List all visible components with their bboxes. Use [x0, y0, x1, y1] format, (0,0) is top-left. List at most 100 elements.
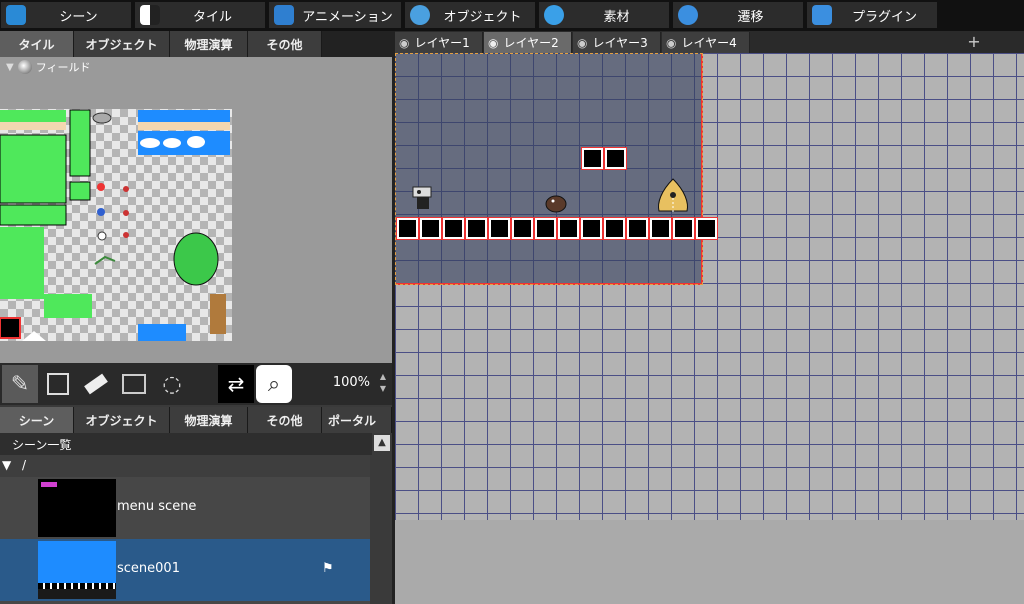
scene-row-menu[interactable]: menu scene — [0, 477, 370, 539]
layer-label: レイヤー2 — [503, 36, 559, 50]
scene-icon — [6, 5, 26, 25]
layer-eye-icon: ⇄ — [227, 372, 245, 396]
ground-block[interactable] — [626, 217, 649, 240]
ground-block[interactable] — [695, 217, 718, 240]
scene-thumbnail — [38, 479, 116, 537]
tileset-ball-icon — [17, 60, 32, 74]
tile-tools: ✎ ◌ ⇄ ⌕ 100% ▲ ▼ — [0, 363, 392, 405]
enemy-mole-sprite — [545, 195, 567, 213]
animation-icon — [274, 5, 294, 25]
scene-name: scene001 — [117, 561, 180, 576]
tab-other-list[interactable]: その他 — [248, 407, 322, 433]
tab-scene-list[interactable]: シーン — [0, 407, 74, 433]
transition-icon — [678, 5, 698, 25]
left-panel: タイル オブジェクト 物理演算 その他 ▼ フィールド ✎ ◌ ⇄ ⌕ 100%… — [0, 31, 392, 604]
scene-row-scene001[interactable]: scene001 ⚑ — [0, 539, 370, 601]
add-layer-button[interactable]: + — [964, 32, 984, 52]
folder-collapse-icon[interactable]: ▼ — [2, 458, 11, 472]
ground-block[interactable] — [442, 217, 465, 240]
tab-physics-palette[interactable]: 物理演算 — [170, 31, 248, 57]
enemy-slime[interactable] — [655, 177, 691, 217]
tileset-group-label: フィールド — [35, 61, 91, 74]
tab-tile[interactable]: タイル — [134, 1, 266, 29]
tab-physics-list[interactable]: 物理演算 — [170, 407, 248, 433]
pen-tool-button[interactable]: ✎ — [2, 365, 38, 403]
tab-other-palette[interactable]: その他 — [248, 31, 322, 57]
tab-scene[interactable]: シーン — [0, 1, 132, 29]
enemy-mole[interactable] — [545, 193, 567, 213]
ground-block[interactable] — [580, 217, 603, 240]
eye-icon[interactable]: ◉ — [488, 36, 498, 50]
zoom-stepper[interactable]: ▲ ▼ — [380, 371, 386, 395]
floating-block[interactable] — [581, 147, 604, 170]
tab-plugin[interactable]: プラグイン — [806, 1, 938, 29]
rect-select-icon — [122, 374, 146, 394]
ground-block[interactable] — [419, 217, 442, 240]
layer-label: レイヤー4 — [681, 36, 737, 50]
plugin-icon — [812, 5, 832, 25]
canvas-scroll-area[interactable] — [395, 520, 1024, 604]
collapse-triangle-icon[interactable]: ▼ — [6, 62, 14, 73]
tab-object[interactable]: オブジェクト — [404, 1, 536, 29]
pen-icon: ✎ — [10, 371, 30, 397]
scroll-up-arrow-icon[interactable]: ▲ — [374, 435, 390, 451]
ground-block[interactable] — [465, 217, 488, 240]
thumbnail-bottom — [38, 589, 116, 599]
scene-list-title: シーン一覧 — [12, 438, 72, 452]
zoom-tool-button[interactable]: ⌕ — [256, 365, 292, 403]
eye-icon[interactable]: ◉ — [666, 36, 676, 50]
thumbnail-title-mark — [41, 482, 57, 487]
scene-folder-row[interactable]: ▼ / — [0, 455, 370, 477]
ground-block[interactable] — [603, 217, 626, 240]
ground-block[interactable] — [534, 217, 557, 240]
folder-path: / — [22, 458, 27, 472]
tile-panel-tabs: タイル オブジェクト 物理演算 その他 — [0, 31, 392, 57]
ground-block[interactable] — [511, 217, 534, 240]
floating-block[interactable] — [604, 147, 627, 170]
rect-select-tool-button[interactable] — [116, 365, 152, 403]
player-character[interactable] — [409, 185, 435, 213]
layer-tab-4[interactable]: ◉ レイヤー4 — [662, 32, 750, 53]
eye-icon[interactable]: ◉ — [577, 36, 587, 50]
tab-portal-list[interactable]: ポータル — [322, 407, 392, 433]
zoom-level: 100% — [332, 375, 370, 390]
tab-object-list[interactable]: オブジェクト — [74, 407, 170, 433]
scene-thumbnail — [38, 541, 116, 599]
tab-object-palette[interactable]: オブジェクト — [74, 31, 170, 57]
fill-tool-button[interactable] — [40, 365, 76, 403]
ground-block[interactable] — [488, 217, 511, 240]
hand-icon: ◌ — [162, 371, 182, 397]
eye-icon[interactable]: ◉ — [399, 36, 409, 50]
scene-editor: ◉ レイヤー1 ◉ レイヤー2 ◉ レイヤー3 ◉ レイヤー4 + — [395, 31, 1024, 604]
tab-tile-palette[interactable]: タイル — [0, 31, 74, 57]
layer-tabs: ◉ レイヤー1 ◉ レイヤー2 ◉ レイヤー3 ◉ レイヤー4 + — [395, 31, 1024, 53]
ground-block[interactable] — [649, 217, 672, 240]
tab-material[interactable]: 素材 — [538, 1, 670, 29]
scene-list-header: シーン一覧 — [0, 433, 392, 455]
layer-visibility-toggle[interactable]: ⇄ — [218, 365, 254, 403]
object-icon — [410, 5, 430, 25]
layer-tab-2[interactable]: ◉ レイヤー2 — [484, 32, 572, 53]
layer-label: レイヤー1 — [414, 36, 470, 50]
scene-panel-tabs: シーン オブジェクト 物理演算 その他 ポータル — [0, 407, 392, 433]
ground-block[interactable] — [672, 217, 695, 240]
enemy-slime-sprite — [658, 178, 688, 213]
tab-transition[interactable]: 遷移 — [672, 1, 804, 29]
scene-list[interactable]: ▼ / menu scene scene001 ⚑ — [0, 455, 370, 604]
layer-tab-3[interactable]: ◉ レイヤー3 — [573, 32, 661, 53]
tileset-group-header[interactable]: ▼ フィールド — [6, 59, 90, 75]
layer-label: レイヤー3 — [592, 36, 648, 50]
ground-block[interactable] — [557, 217, 580, 240]
camera-frame — [395, 53, 703, 285]
tab-animation[interactable]: アニメーション — [268, 1, 402, 29]
scene-canvas[interactable] — [395, 53, 1024, 520]
layer-tab-1[interactable]: ◉ レイヤー1 — [395, 32, 483, 53]
hand-tool-button[interactable]: ◌ — [154, 365, 190, 403]
tileset-image[interactable] — [0, 109, 232, 341]
scene-name: menu scene — [117, 499, 197, 514]
scene-list-scrollbar[interactable]: ▲ — [372, 433, 392, 604]
tileset-sprites — [0, 109, 230, 341]
ground-block[interactable] — [396, 217, 419, 240]
eraser-tool-button[interactable] — [78, 365, 114, 403]
tileset-panel: ▼ フィールド — [0, 57, 392, 363]
